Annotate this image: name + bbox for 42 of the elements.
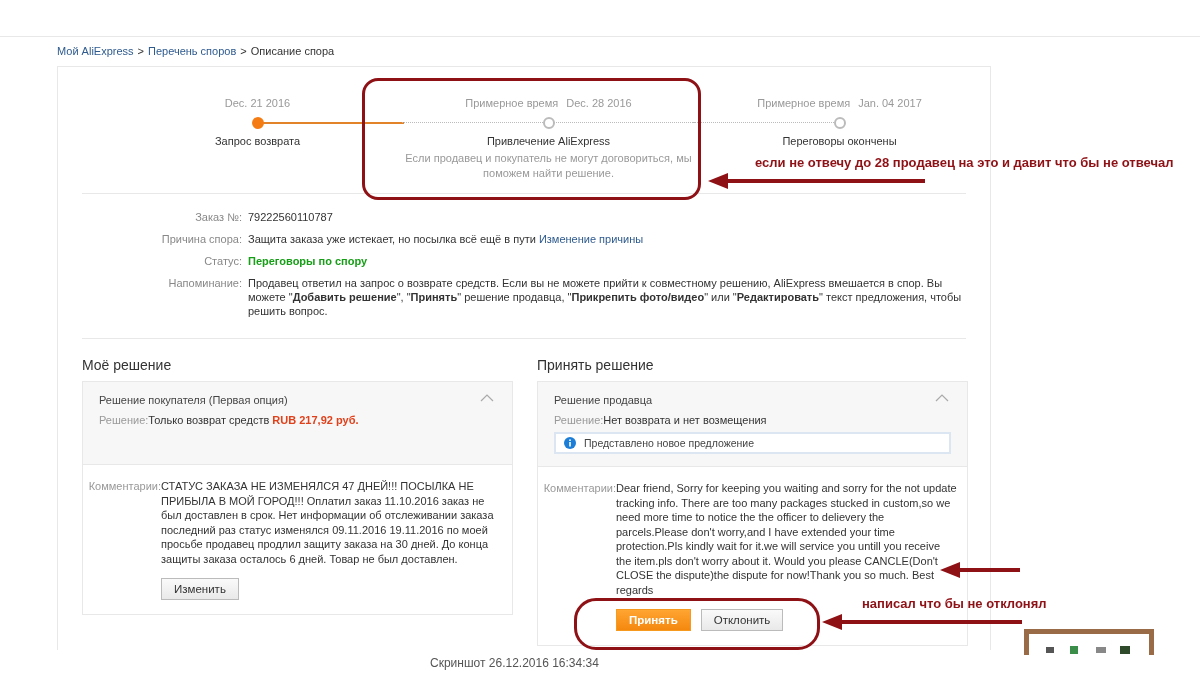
info-value: Защита заказа уже истекает, но посылка всё ещё в пути Изменение причины bbox=[248, 232, 645, 246]
section-title: Моё решение bbox=[82, 357, 173, 373]
step-date: Dec. 21 2016 bbox=[224, 97, 291, 111]
secondary-button[interactable]: Отклонить bbox=[700, 609, 784, 631]
solution-text: Решение:Нет возврата и нет возмещения bbox=[554, 414, 768, 426]
info-icon bbox=[564, 437, 576, 449]
breadcrumb-link[interactable]: Мой AliExpress bbox=[57, 45, 134, 66]
step-title: Запрос возврата bbox=[214, 135, 301, 147]
collapse-icon[interactable] bbox=[935, 394, 949, 402]
step-note: Если продавец и покупатель не могут договориться, мы поможем найти решение. bbox=[404, 151, 693, 181]
notice-text: Представлено новое предложение bbox=[584, 437, 755, 449]
comment-label: Комментарии: bbox=[542, 481, 616, 496]
info-label: Напоминание: bbox=[167, 276, 242, 291]
comment-label: Комментарии: bbox=[87, 479, 161, 494]
screenshot-caption: Скриншот 26.12.2016 16:34:34 bbox=[430, 656, 600, 670]
comment-text: Dear friend, Sorry for keeping you waiting and sorry for the not update tracking info. There are too many packages stucked in custom,so we need more time to notice the the officer to delievery the parcels.Please don't worry,and I have extended your time protection.Pls kindly wait for it.we will service you untill you receive the item.pls don't worry about it. Would you please CANCLE(Don't CLOSE the dispute)the dispute for now!Thank you so much. Best regards bbox=[616, 481, 957, 597]
breadcrumb-link[interactable]: Перечень споров bbox=[148, 45, 237, 66]
panel-title: Решение продавца bbox=[554, 394, 653, 406]
collapse-icon[interactable] bbox=[480, 394, 494, 402]
info-value: 79222560110787 bbox=[248, 210, 334, 224]
step-date: Dec. 28 2016 bbox=[566, 97, 632, 111]
annotation-text: написал что бы не отклонял bbox=[862, 596, 1047, 611]
breadcrumb-text: > bbox=[137, 45, 144, 59]
comment-text: СТАТУС ЗАКАЗА НЕ ИЗМЕНЯЛСЯ 47 ДНЕЙ!!! ПОСЫЛКА НЕ ПРИБЫЛА В МОЙ ГОРОД!!! Оплатил заказ 11.10.2016 заказ не был доставлен в срок. Нет информации об отслеживании заказа последний раз статус изменялся 09.11.2016 19.11.2016 по моей просьбе продавец продлил защиту заказа на 30 дней. До конца защиты заказа осталось 6 дней. Товар не был доставлен. bbox=[161, 479, 495, 566]
info-label: Причина спора: bbox=[160, 232, 242, 246]
info-label: Заказ №: bbox=[194, 210, 242, 224]
secondary-button[interactable]: Изменить bbox=[161, 578, 239, 600]
step-caption: Примерное время bbox=[465, 97, 559, 111]
step-date: Jan. 04 2017 bbox=[858, 97, 922, 111]
info-label: Статус: bbox=[203, 254, 242, 268]
breadcrumb-text: > bbox=[240, 45, 247, 59]
status-text: Переговоры по спору bbox=[248, 254, 369, 268]
solution-text: Решение:Только возврат средств RUB 217,92 руб. bbox=[99, 414, 360, 426]
info-value: Продавец ответил на запрос о возврате средств. Если вы не можете прийти к совместному решению, AliExpress вмешается в спор. Вы можете "Добавить решение", "Принять" решение продавца, "Прикрепить фото/видео" или "Редактировать" текст предложения, чтобы решить вопрос. bbox=[248, 276, 963, 318]
step-title: Переговоры окончены bbox=[782, 135, 897, 147]
step-title: Привлечение AliExpress bbox=[486, 135, 611, 147]
step-caption: Примерное время bbox=[757, 97, 851, 111]
panel-title: Решение покупателя (Первая опция) bbox=[99, 394, 288, 406]
annotation-text: если не отвечу до 28 продавец на это и давит что бы не отвечал bbox=[755, 155, 1174, 170]
section-title: Принять решение bbox=[537, 357, 655, 373]
breadcrumb-text: Описание спора bbox=[250, 45, 335, 59]
change-reason-link[interactable]: Изменение причины bbox=[538, 233, 644, 245]
